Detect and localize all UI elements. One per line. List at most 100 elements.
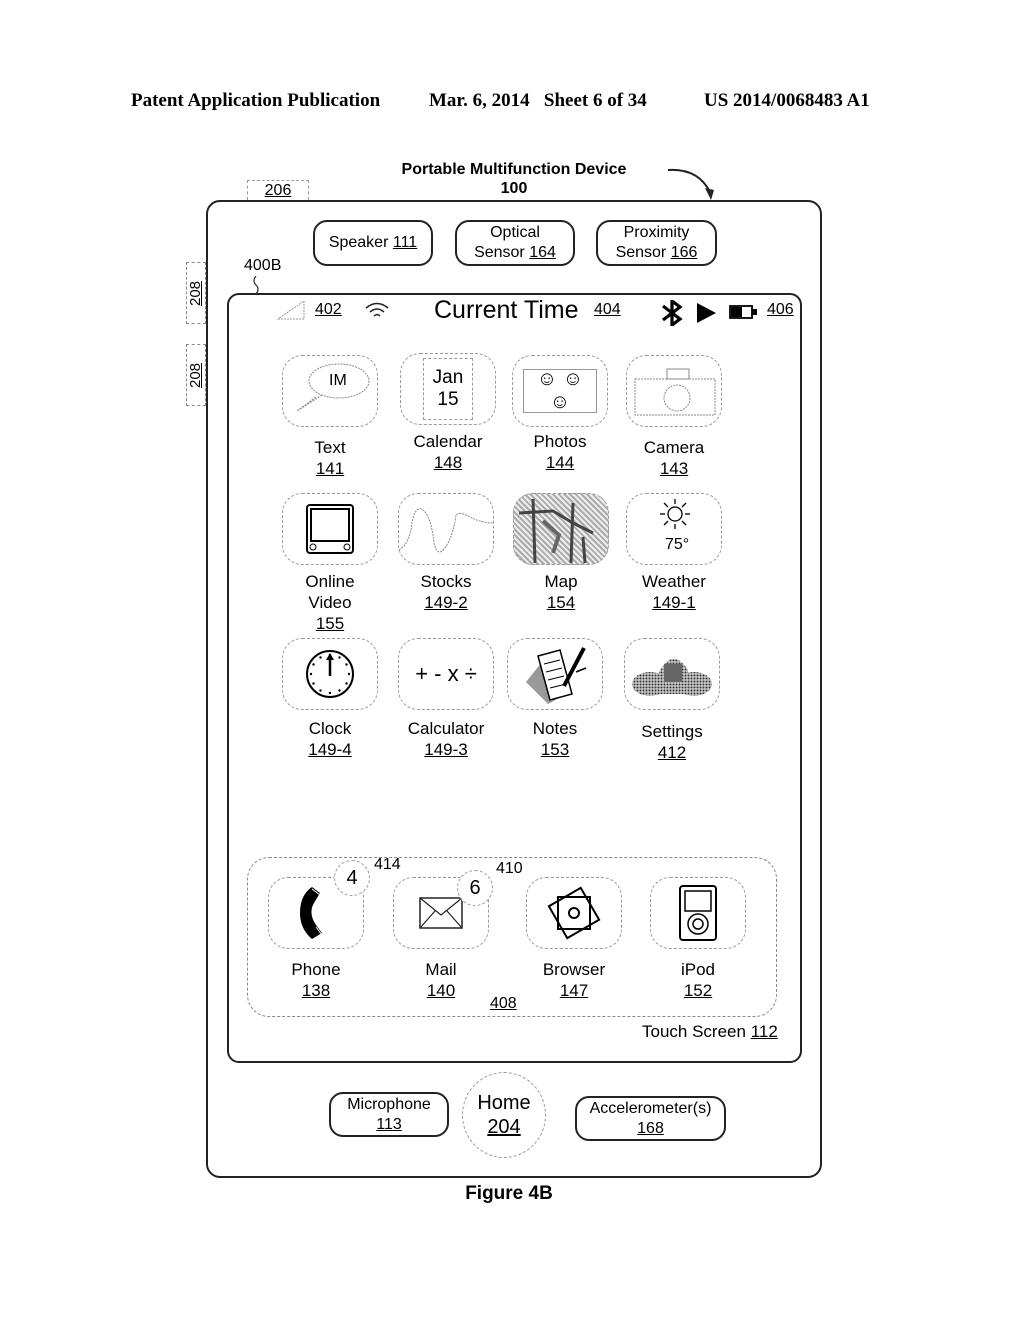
microphone-ref: 113 xyxy=(376,1115,402,1133)
touch-screen-text: Touch Screen xyxy=(642,1022,746,1041)
device-title-text: Portable Multifunction Device xyxy=(401,161,627,178)
sun-icon xyxy=(660,499,690,529)
handset-shape xyxy=(300,887,323,939)
home-button[interactable]: Home 204 xyxy=(462,1072,546,1158)
dock-app-ipod[interactable]: iPod 152 xyxy=(648,877,748,1001)
app-calendar[interactable]: Jan 15 Calendar 148 xyxy=(398,353,498,473)
app-label: Weather xyxy=(642,572,706,591)
mail-badge-ref: 410 xyxy=(496,860,523,877)
app-weather[interactable]: 75° Weather 149-1 xyxy=(624,493,724,613)
app-label: Settings xyxy=(641,722,703,741)
ipod-icon xyxy=(650,877,746,949)
proximity-sensor: Proximity Sensor 166 xyxy=(596,220,717,266)
proximity-ref: 166 xyxy=(670,244,698,261)
app-online-video[interactable]: Online Video 155 xyxy=(280,493,380,634)
dock-ref: 408 xyxy=(490,995,517,1012)
weather-icon: 75° xyxy=(626,493,722,565)
calendar-icon: Jan 15 xyxy=(400,353,496,425)
app-stocks[interactable]: Stocks 149-2 xyxy=(396,493,496,613)
app-settings[interactable]: Settings 412 xyxy=(622,638,722,763)
app-clock[interactable]: Clock 149-4 xyxy=(280,638,380,760)
accelerometer-ref: 168 xyxy=(637,1119,664,1137)
app-ref: 155 xyxy=(315,614,345,633)
microphone: Microphone 113 xyxy=(329,1092,449,1137)
dock-app-browser[interactable]: Browser 147 xyxy=(524,877,624,1001)
bluetooth-icon xyxy=(662,300,683,326)
clock-icon xyxy=(282,638,378,710)
signal-ref: 402 xyxy=(315,301,342,318)
calendar-month: Jan xyxy=(432,367,464,388)
app-camera[interactable]: Camera 143 xyxy=(624,355,724,479)
app-ref: 149-2 xyxy=(424,593,468,612)
app-label: Stocks xyxy=(420,572,472,591)
envelope-shape xyxy=(419,897,463,929)
device-ref: 100 xyxy=(500,180,528,197)
photos-icon: ☺ ☺ ☺ xyxy=(512,355,608,427)
touch-screen-label: Touch Screen 112 xyxy=(642,1022,778,1042)
pub-number-label: US 2014/0068483 A1 xyxy=(704,90,870,111)
optical-label: Optical xyxy=(490,224,540,241)
im-bubble-shape xyxy=(296,363,370,412)
camera-shape xyxy=(634,368,716,416)
optical-sensor: Optical Sensor 164 xyxy=(455,220,575,266)
calculator-icon: + - x ÷ xyxy=(398,638,494,710)
calendar-page: Jan 15 xyxy=(423,358,473,420)
app-ref: 140 xyxy=(426,981,456,1000)
play-icon xyxy=(697,303,716,323)
video-screen-shape xyxy=(306,504,354,554)
touch-screen-ref: 112 xyxy=(750,1022,778,1041)
home-label: Home xyxy=(477,1092,531,1114)
stocks-line xyxy=(398,508,494,553)
camera-icon xyxy=(626,355,722,427)
app-text[interactable]: IM Text 141 xyxy=(280,355,380,479)
signal-icon xyxy=(277,300,305,320)
side-button-208-upper[interactable]: 208 xyxy=(186,262,206,324)
speaker-ref: 111 xyxy=(392,234,418,251)
app-label-2: Video xyxy=(308,593,352,612)
app-ref: 152 xyxy=(683,981,713,1000)
time-ref: 404 xyxy=(594,301,621,318)
photos-frame: ☺ ☺ ☺ xyxy=(523,368,597,413)
calculator-symbols: + - x ÷ xyxy=(415,661,477,686)
app-ref: 144 xyxy=(545,453,575,472)
settings-icon xyxy=(624,638,720,710)
ipod-shape xyxy=(679,885,717,941)
app-photos[interactable]: ☺ ☺ ☺ Photos 144 xyxy=(510,355,610,473)
app-label: Notes xyxy=(532,719,578,738)
app-ref: 149-3 xyxy=(424,740,468,759)
app-label: iPod xyxy=(680,960,716,979)
app-ref: 138 xyxy=(301,981,331,1000)
app-label: Online xyxy=(305,572,355,591)
gears-shape xyxy=(632,658,712,696)
optical-label-2: Sensor xyxy=(474,244,525,261)
app-label: Clock xyxy=(308,719,352,738)
app-label: Phone xyxy=(291,960,341,979)
proximity-label-2: Sensor xyxy=(615,244,667,261)
side-button-208-lower[interactable]: 208 xyxy=(186,344,206,406)
app-notes[interactable]: Notes 153 xyxy=(505,638,605,760)
temperature-text: 75° xyxy=(665,536,690,553)
compass-shape xyxy=(547,886,601,940)
pointer-arrow-icon xyxy=(667,168,714,200)
app-ref: 412 xyxy=(657,743,687,762)
app-calculator[interactable]: + - x ÷ Calculator 149-3 xyxy=(396,638,496,760)
accelerometer-label: Accelerometer(s) xyxy=(589,1099,712,1117)
ref-206-label: 206 xyxy=(247,180,309,200)
stocks-icon xyxy=(398,493,494,565)
app-ref: 147 xyxy=(559,981,589,1000)
phone-badge-ref: 414 xyxy=(374,856,401,873)
app-label: Calculator xyxy=(407,719,485,738)
screen-ref-label: 400B xyxy=(244,257,282,274)
app-label: Camera xyxy=(643,438,705,457)
current-time: Current Time xyxy=(434,296,579,324)
map-icon xyxy=(513,493,609,565)
battery-ref: 406 xyxy=(767,301,794,318)
app-map[interactable]: Map 154 xyxy=(511,493,611,613)
phone-badge: 4 xyxy=(334,860,370,896)
app-ref: 143 xyxy=(659,459,689,478)
wifi-icon xyxy=(365,302,389,317)
im-bubble-icon: IM xyxy=(282,355,378,427)
mail-badge: 6 xyxy=(457,870,493,906)
app-ref: 149-1 xyxy=(652,593,696,612)
video-icon xyxy=(282,493,378,565)
